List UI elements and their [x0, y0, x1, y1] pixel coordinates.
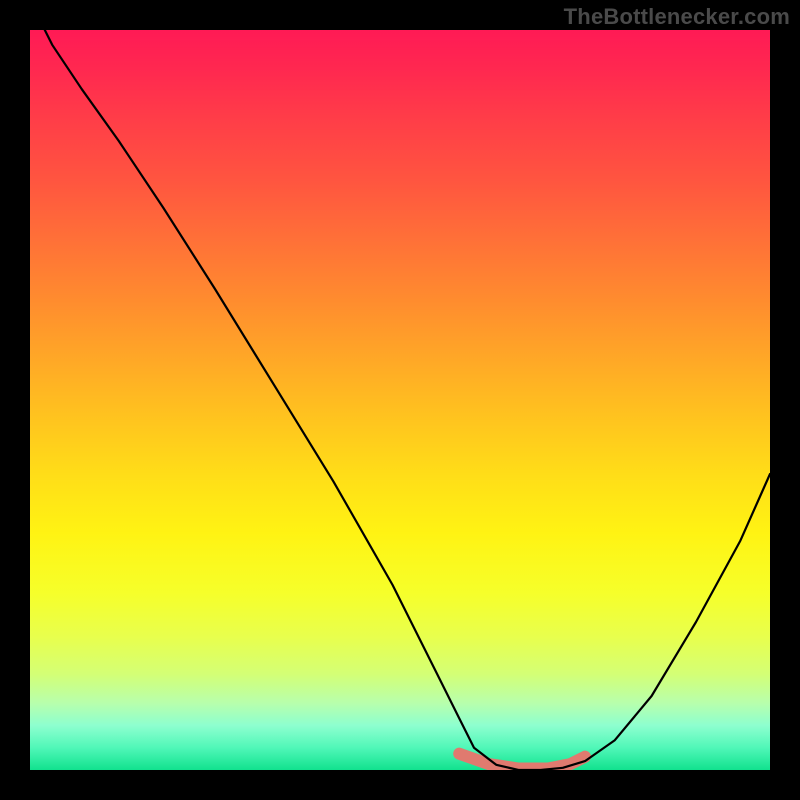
chart-frame: TheBottlenecker.com: [0, 0, 800, 800]
bottleneck-curve: [30, 30, 770, 770]
plot-area: [30, 30, 770, 770]
curve-svg: [30, 30, 770, 770]
watermark-text: TheBottlenecker.com: [564, 4, 790, 30]
